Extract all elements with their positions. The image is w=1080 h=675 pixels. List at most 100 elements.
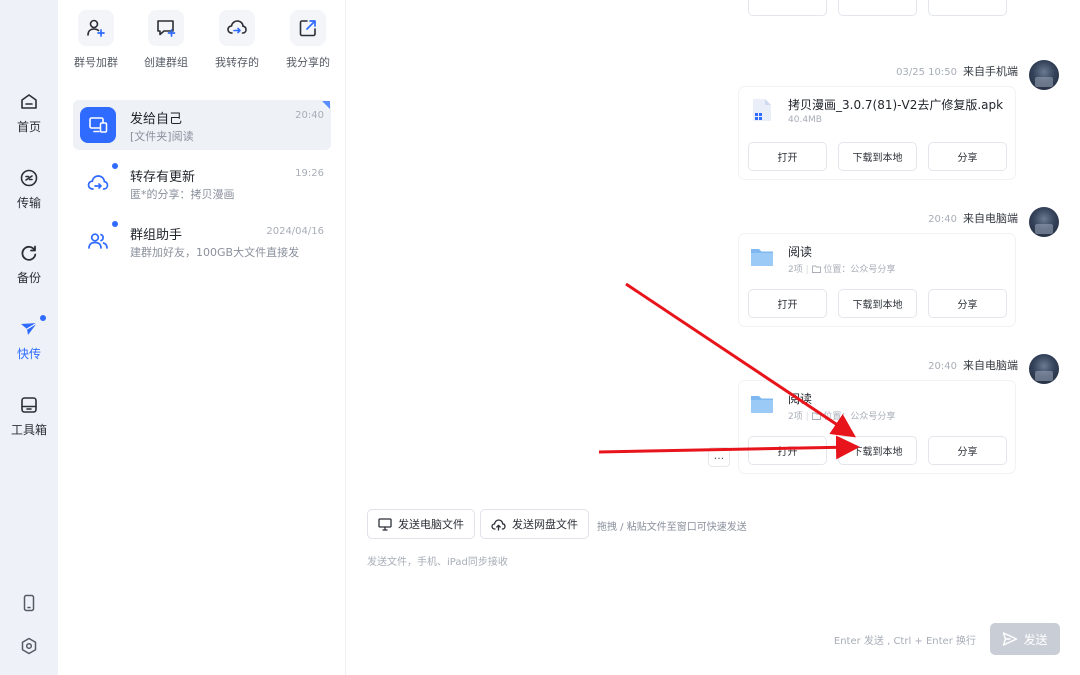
rail-item-backup[interactable]: 备份 xyxy=(0,243,58,303)
avatar[interactable] xyxy=(1029,354,1059,384)
join-group-button[interactable]: 群号加群 xyxy=(66,10,126,70)
send-icon xyxy=(1003,632,1018,646)
message-input[interactable] xyxy=(367,553,967,613)
message-header: 03/25 10:50 来自手机端 xyxy=(896,63,1018,79)
rail-item-transfer[interactable]: 传输 xyxy=(0,168,58,228)
folder-name[interactable]: 阅读 xyxy=(788,390,812,407)
send-pc-file-label: 发送电脑文件 xyxy=(398,518,464,531)
avatar[interactable] xyxy=(1029,60,1059,90)
folder-icon xyxy=(751,249,773,266)
create-group-button[interactable]: 创建群组 xyxy=(136,10,196,70)
file-size: 40.4MB xyxy=(788,115,822,125)
rail-item-home[interactable]: 首页 xyxy=(0,92,58,152)
chat-area: 03/25 10:50 来自手机端 拷贝漫画_3.0.7(81)-V2去广修复版.… xyxy=(347,0,1080,675)
create-group-icon xyxy=(157,20,176,37)
notification-dot xyxy=(112,221,118,227)
message-header: 20:40 来自电脑端 xyxy=(928,357,1018,373)
message-time: 20:40 xyxy=(928,361,957,372)
open-button[interactable]: 打开 xyxy=(748,436,827,465)
previous-download-button[interactable] xyxy=(838,0,917,16)
quick-action-label: 群号加群 xyxy=(74,56,118,69)
phone-icon[interactable] xyxy=(19,593,39,613)
rail-item-label: 快传 xyxy=(16,347,41,361)
file-card-folder: 阅读 2项 | 位置：公众号分享 打开 下载到本地 分享 xyxy=(739,381,1015,473)
message-source: 来自电脑端 xyxy=(963,359,1018,372)
transfer-icon xyxy=(20,169,38,187)
group-assistant-avatar xyxy=(80,223,116,259)
conversation-name: 转存有更新 xyxy=(130,170,196,185)
drag-paste-hint: 拖拽 / 粘贴文件至窗口可快速发送 xyxy=(597,522,747,533)
conversation-preview: 建群加好友，100GB大文件直接发 xyxy=(130,246,300,259)
conversation-preview: [文件夹]阅读 xyxy=(130,130,194,143)
conversation-name: 发给自己 xyxy=(130,112,183,127)
add-user-icon xyxy=(87,19,105,37)
quick-transfer-icon xyxy=(21,322,38,335)
folder-icon xyxy=(751,396,773,413)
my-saved-button[interactable]: 我转存的 xyxy=(207,10,267,70)
left-rail: 首页 传输 备份 快传 工具箱 xyxy=(0,0,58,675)
meta-divider: | xyxy=(805,412,809,422)
folder-meta: 2项 | 位置：公众号分享 xyxy=(788,409,895,422)
apk-file-icon xyxy=(753,99,771,121)
quick-action-label: 创建群组 xyxy=(144,56,188,69)
previous-share-button[interactable] xyxy=(928,0,1007,16)
cloud-upload-icon xyxy=(491,518,506,531)
share-button[interactable]: 分享 xyxy=(928,142,1007,171)
open-button[interactable]: 打开 xyxy=(748,289,827,318)
message-header: 20:40 来自电脑端 xyxy=(928,210,1018,226)
conversation-preview: 匿*的分享：拷贝漫画 xyxy=(130,188,235,201)
group-users-icon xyxy=(88,233,108,249)
rail-item-label: 备份 xyxy=(16,271,41,285)
conversation-panel: 群号加群 创建群组 我转存的 我分享的 发给自己 20:40 [文件夹]阅读 转… xyxy=(58,0,346,675)
conversation-time: 19:26 xyxy=(295,168,324,179)
share-button[interactable]: 分享 xyxy=(928,436,1007,465)
message-time: 03/25 10:50 xyxy=(896,67,957,78)
location-folder-icon xyxy=(811,265,821,273)
avatar[interactable] xyxy=(1029,207,1059,237)
create-group-icon-box xyxy=(148,10,184,46)
settings-icon[interactable] xyxy=(19,636,39,656)
rail-item-label: 首页 xyxy=(16,120,41,134)
notification-dot xyxy=(112,163,118,169)
send-cloud-file-button[interactable]: 发送网盘文件 xyxy=(480,509,589,539)
quick-action-label: 我分享的 xyxy=(286,56,330,69)
share-button[interactable]: 分享 xyxy=(928,289,1007,318)
my-shared-button[interactable]: 我分享的 xyxy=(278,10,338,70)
updates-avatar xyxy=(80,165,116,201)
folder-meta: 2项 | 位置：公众号分享 xyxy=(788,262,895,275)
message-source: 来自手机端 xyxy=(963,65,1018,78)
monitor-icon xyxy=(378,517,392,531)
toolbox-icon xyxy=(21,397,37,413)
quick-action-label: 我转存的 xyxy=(215,56,259,69)
download-to-local-button[interactable]: 下载到本地 xyxy=(838,289,917,318)
download-to-local-button[interactable]: 下载到本地 xyxy=(838,142,917,171)
download-to-local-button[interactable]: 下载到本地 xyxy=(838,436,917,465)
send-button[interactable]: 发送 xyxy=(990,623,1060,655)
notification-dot xyxy=(40,315,46,321)
more-options-button[interactable]: ... xyxy=(708,447,730,467)
conversation-item-group-assistant[interactable]: 群组助手 2024/04/16 建群加好友，100GB大文件直接发 xyxy=(73,216,331,266)
item-count: 2项 xyxy=(788,265,803,275)
conversation-time: 2024/04/16 xyxy=(266,226,324,237)
pinned-corner-icon xyxy=(322,101,330,109)
conversation-item-updates[interactable]: 转存有更新 19:26 匿*的分享：拷贝漫画 xyxy=(73,158,331,208)
join-group-icon-box xyxy=(78,10,114,46)
my-saved-icon-box xyxy=(219,10,255,46)
rail-item-quick-transfer[interactable]: 快传 xyxy=(0,315,58,379)
send-label: 发送 xyxy=(1023,632,1048,647)
backup-icon xyxy=(21,245,37,261)
open-button[interactable]: 打开 xyxy=(748,142,827,171)
rail-item-toolbox[interactable]: 工具箱 xyxy=(0,395,58,455)
cloud-sync-icon xyxy=(87,175,109,190)
folder-name[interactable]: 阅读 xyxy=(788,243,812,260)
my-shared-icon-box xyxy=(290,10,326,46)
conversation-time: 20:40 xyxy=(295,110,324,121)
previous-open-button[interactable] xyxy=(748,0,827,16)
message-time: 20:40 xyxy=(928,214,957,225)
rail-item-label: 工具箱 xyxy=(10,423,47,437)
share-out-icon xyxy=(299,20,316,37)
send-cloud-file-label: 发送网盘文件 xyxy=(512,518,578,531)
send-pc-file-button[interactable]: 发送电脑文件 xyxy=(367,509,475,539)
file-name[interactable]: 拷贝漫画_3.0.7(81)-V2去广修复版.apk xyxy=(788,96,1003,113)
conversation-item-self[interactable]: 发给自己 20:40 [文件夹]阅读 xyxy=(73,100,331,150)
